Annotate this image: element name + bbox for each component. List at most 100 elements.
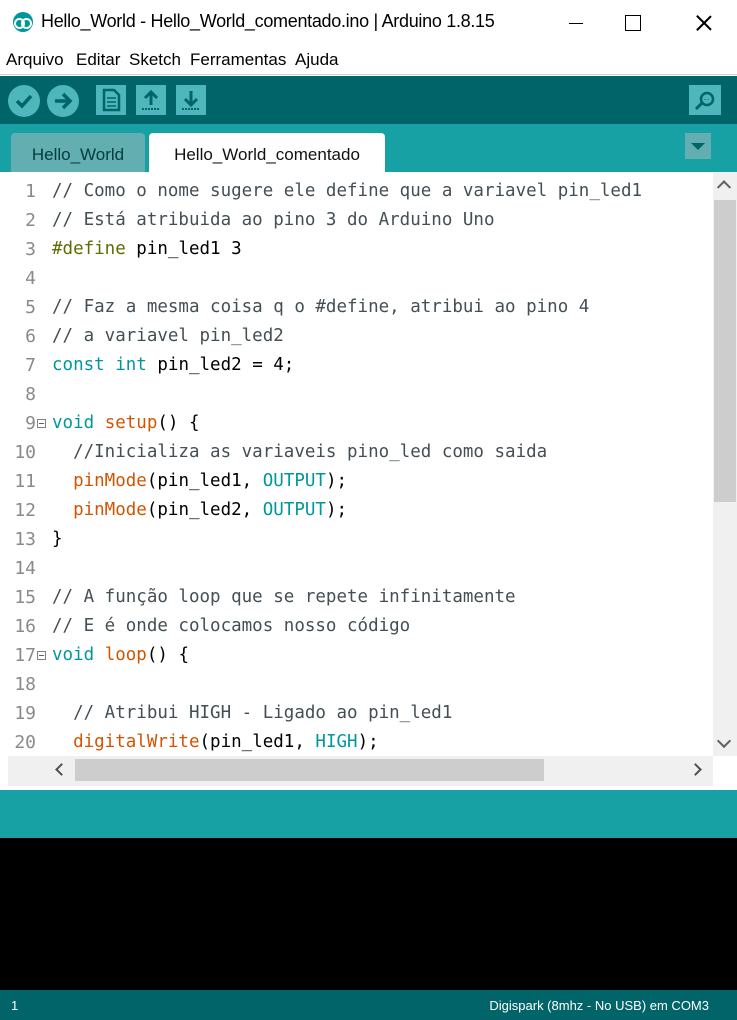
line-number: 15 [14, 587, 36, 608]
code-token: // Faz a mesma coisa q o #define, atribu… [52, 297, 590, 317]
code-token: // Como o nome sugere ele define que a v… [52, 181, 643, 201]
menu-ajuda[interactable]: Ajuda [295, 50, 338, 70]
horizontal-scroll-thumb[interactable] [75, 759, 544, 781]
code-token: ); [357, 732, 379, 752]
open-arrow-icon [142, 89, 160, 110]
line-number: 11 [14, 471, 36, 492]
upload-button[interactable] [47, 85, 79, 117]
code-line[interactable]: // Atribui HIGH - Ligado ao pin_led1 [52, 699, 452, 728]
line-number: 17 [14, 645, 36, 666]
code-line[interactable]: } [52, 525, 63, 554]
code-line[interactable]: void loop() { [52, 641, 189, 670]
arduino-logo-icon [13, 12, 33, 32]
verify-icon [15, 94, 33, 109]
maximize-button[interactable] [610, 0, 656, 46]
menu-bar: Arquivo Editar Sketch Ferramentas Ajuda [0, 46, 737, 75]
code-token: #define [52, 239, 126, 259]
message-area [0, 790, 737, 838]
menu-arquivo[interactable]: Arquivo [6, 50, 64, 70]
tab-hello-world[interactable]: Hello_World [11, 133, 145, 172]
tab-hello-world-comentado[interactable]: Hello_World_comentado [149, 133, 385, 172]
line-number: 18 [14, 674, 36, 695]
minimize-button[interactable] [553, 0, 599, 46]
code-line[interactable]: //Inicializa as variaveis pino_led como … [52, 438, 547, 467]
toolbar [0, 76, 737, 124]
code-token: //Inicializa as variaveis pino_led como … [52, 442, 548, 462]
code-line[interactable]: // Faz a mesma coisa q o #define, atribu… [52, 293, 589, 322]
line-number: 2 [25, 210, 36, 231]
vertical-scroll-thumb[interactable] [714, 200, 736, 502]
menu-ferramentas[interactable]: Ferramentas [190, 50, 286, 70]
code-line[interactable]: // a variavel pin_led2 [52, 322, 284, 351]
code-token: pin_led2 = 4; [146, 355, 295, 375]
board-info: Digispark (8mhz - No USB) em COM3 [489, 998, 709, 1013]
new-sketch-button[interactable] [96, 85, 126, 115]
fold-toggle-icon[interactable] [37, 651, 46, 660]
line-number: 9 [25, 413, 36, 434]
line-number: 13 [14, 529, 36, 550]
code-token: // a variavel pin_led2 [52, 326, 284, 346]
line-number: 14 [14, 558, 36, 579]
code-line[interactable]: // Como o nome sugere ele define que a v… [52, 177, 642, 206]
verify-button[interactable] [8, 85, 40, 117]
tab-bar: Hello_World Hello_World_comentado [0, 124, 737, 172]
code-line[interactable]: // Está atribuida ao pino 3 do Arduino U… [52, 206, 495, 235]
window-title: Hello_World - Hello_World_comentado.ino … [41, 11, 495, 31]
status-bar: 1 Digispark (8mhz - No USB) em COM3 [0, 990, 737, 1020]
code-token: (pin_led1, [146, 471, 263, 491]
menu-editar[interactable]: Editar [76, 50, 120, 70]
line-number: 7 [25, 355, 36, 376]
line-number: 4 [25, 268, 36, 289]
serial-monitor-button[interactable] [689, 85, 721, 115]
tab-menu-button[interactable] [685, 133, 711, 159]
code-line[interactable]: void setup() { [52, 409, 200, 438]
code-token: } [52, 529, 63, 549]
save-arrow-icon [182, 91, 200, 110]
code-line[interactable]: // E é onde colocamos nosso código [52, 612, 410, 641]
code-token: loop [104, 645, 147, 665]
line-number: 6 [25, 326, 36, 347]
code-token: setup [104, 413, 158, 433]
code-area[interactable]: // Como o nome sugere ele define que a v… [52, 177, 712, 761]
line-number: 1 [25, 181, 36, 202]
code-line[interactable]: const int pin_led2 = 4; [52, 351, 294, 380]
line-number: 5 [25, 297, 36, 318]
open-button[interactable] [136, 85, 166, 115]
line-number: 20 [14, 732, 36, 753]
code-token: void [52, 645, 95, 665]
line-number-gutter: 1 2 3 4 5 6 7 8 9 10 11 12 13 14 15 16 17 18 19 20 [0, 172, 50, 756]
code-line[interactable]: pinMode(pin_led1, OUTPUT); [52, 467, 347, 496]
code-line[interactable]: pinMode(pin_led2, OUTPUT); [52, 496, 347, 525]
code-line[interactable]: // A função loop que se repete infinitam… [52, 583, 516, 612]
code-token: // Está atribuida ao pino 3 do Arduino U… [52, 210, 495, 230]
code-token: (pin_led2, [146, 500, 263, 520]
line-number: 8 [25, 384, 36, 405]
upload-arrow-icon [55, 92, 73, 110]
code-token: // Atribui HIGH - Ligado ao pin_led1 [52, 703, 453, 723]
code-token: () { [157, 413, 200, 433]
close-button[interactable] [681, 0, 727, 46]
save-button[interactable] [176, 85, 206, 115]
line-number: 16 [14, 616, 36, 637]
code-token: HIGH [315, 732, 358, 752]
code-token: const [52, 355, 105, 375]
line-number: 19 [14, 703, 36, 724]
code-token: () { [146, 645, 190, 665]
fold-toggle-icon[interactable] [37, 419, 46, 428]
code-line[interactable]: #define pin_led1 3 [52, 235, 242, 264]
console-output [0, 838, 737, 990]
menu-sketch[interactable]: Sketch [129, 50, 181, 70]
code-token: pinMode [73, 471, 147, 491]
code-token: OUTPUT [262, 500, 326, 520]
code-line[interactable]: digitalWrite(pin_led1, HIGH); [52, 728, 379, 757]
code-token: ); [325, 471, 348, 491]
code-token: int [115, 355, 147, 375]
code-editor[interactable]: 1 2 3 4 5 6 7 8 9 10 11 12 13 14 15 16 17 18 19 20 // Como … [0, 172, 737, 786]
code-token: pinMode [73, 500, 147, 520]
